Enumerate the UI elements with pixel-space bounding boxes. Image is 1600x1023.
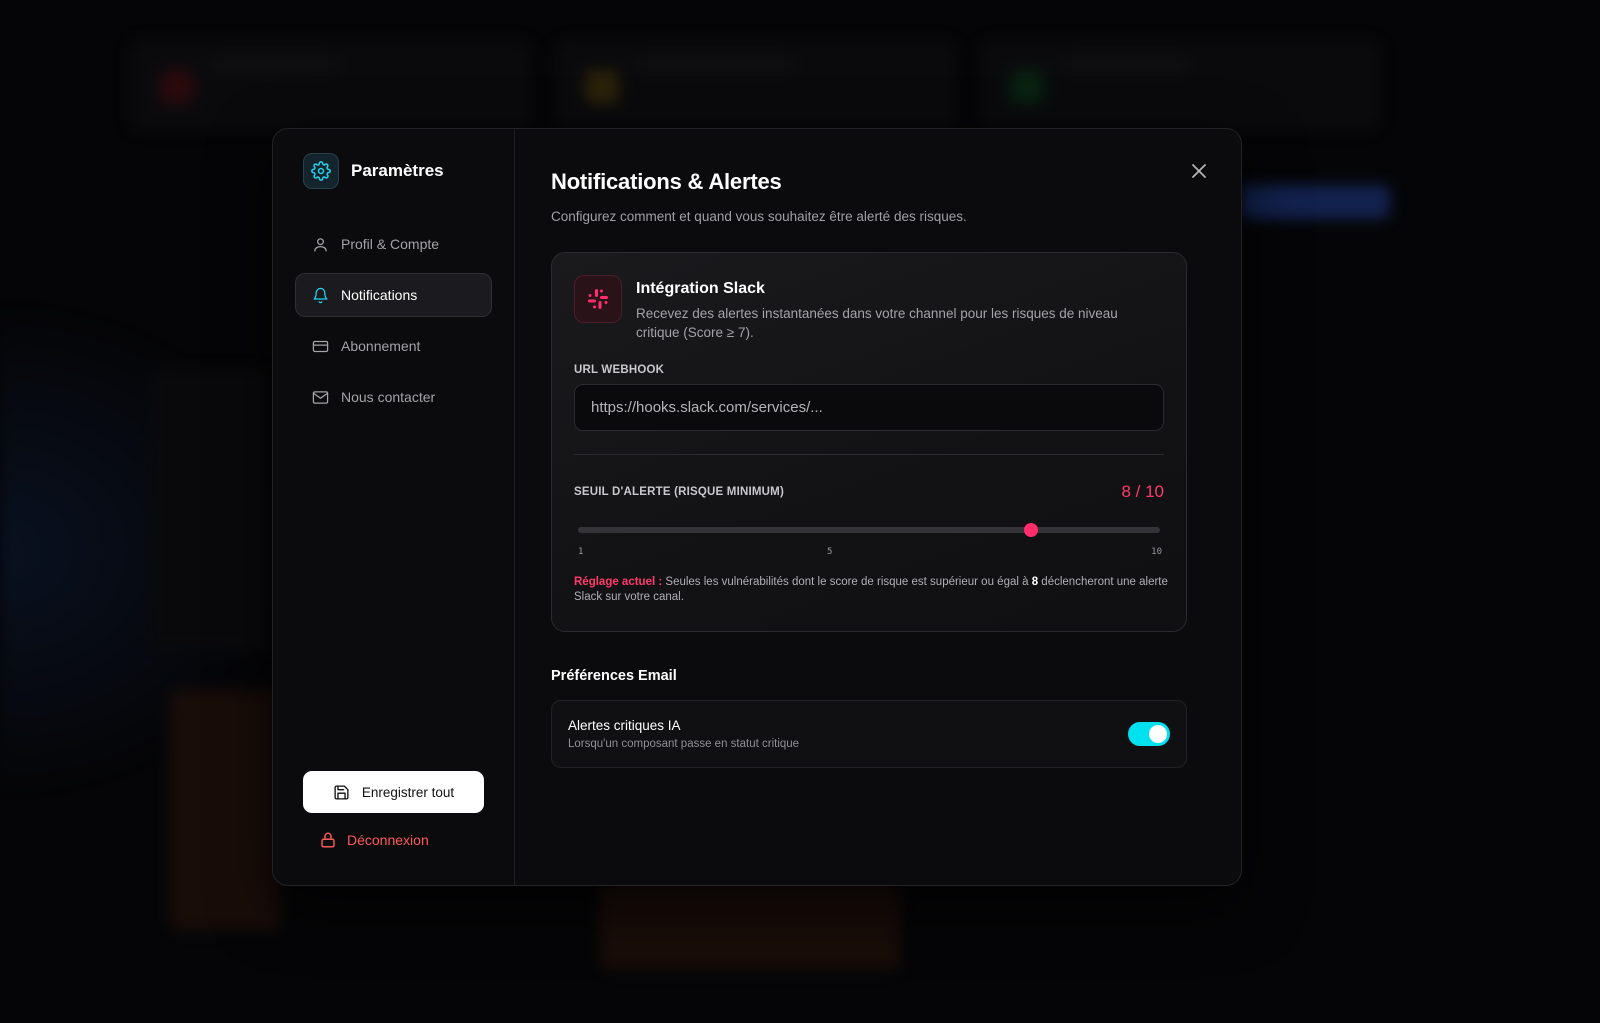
background-card-icon (585, 70, 619, 104)
slider-tick-max: 10 (1151, 547, 1162, 557)
critical-alerts-toggle[interactable] (1128, 722, 1170, 746)
sidebar-item-label: Nous contacter (341, 389, 436, 405)
lock-icon (321, 832, 335, 848)
slack-integration-card: Intégration Slack Recevez des alertes in… (551, 252, 1187, 632)
settings-content: Notifications & Alertes Configurez comme… (515, 129, 1241, 885)
background-card-icon (160, 70, 194, 104)
note-prefix: Réglage actuel : (574, 576, 663, 588)
background-card-icon (1010, 70, 1044, 104)
slack-icon (574, 275, 622, 323)
sidebar-item-label: Notifications (341, 287, 418, 303)
background-panel (150, 370, 270, 650)
settings-modal: Paramètres Profil & Compte Notifications… (272, 128, 1242, 886)
close-icon (1192, 164, 1206, 178)
page-title: Notifications & Alertes (551, 169, 782, 194)
sidebar-item-contact[interactable]: Nous contacter (295, 375, 492, 419)
settings-nav: Profil & Compte Notifications Abonnement… (295, 222, 492, 419)
slack-description: Recevez des alertes instantanées dans vo… (636, 306, 1118, 340)
slack-header: Intégration Slack Recevez des alertes in… (574, 275, 1164, 342)
background-line (210, 60, 340, 70)
logout-button[interactable]: Déconnexion (319, 823, 429, 857)
webhook-label: URL WEBHOOK (574, 364, 665, 376)
save-all-button[interactable]: Enregistrer tout (303, 771, 484, 813)
slider-tick-min: 1 (578, 547, 584, 557)
background-button (1240, 185, 1390, 219)
background-line (635, 60, 795, 70)
user-icon (314, 237, 327, 252)
sidebar-item-subscription[interactable]: Abonnement (295, 324, 492, 368)
email-pref-text: Alertes critiques IA Lorsqu'un composant… (568, 718, 799, 750)
email-section-title: Préférences Email (551, 668, 677, 684)
webhook-url-input[interactable] (574, 384, 1164, 431)
slack-text: Intégration Slack Recevez des alertes in… (636, 275, 1156, 342)
toggle-knob (1149, 725, 1167, 743)
threshold-label: SEUIL D'ALERTE (RISQUE MINIMUM) (574, 486, 784, 498)
slider-thumb[interactable] (1023, 523, 1038, 537)
sidebar-brand: Paramètres (295, 153, 492, 189)
background-card (130, 40, 530, 130)
save-icon (334, 784, 349, 800)
background-line (1060, 60, 1190, 70)
sidebar-item-profile[interactable]: Profil & Compte (295, 222, 492, 266)
sidebar-item-label: Profil & Compte (341, 236, 440, 252)
sidebar-item-label: Abonnement (341, 338, 421, 354)
background-panel (170, 690, 280, 930)
mail-icon (312, 390, 329, 404)
note-text-before: Seules les vulnérabilités dont le score … (662, 576, 1032, 588)
save-all-label: Enregistrer tout (361, 784, 455, 800)
slack-title: Intégration Slack (636, 280, 765, 297)
close-button[interactable] (1187, 159, 1211, 183)
background-card (555, 40, 955, 130)
email-pref-description: Lorsqu'un composant passe en statut crit… (568, 738, 800, 750)
slider-track (578, 527, 1160, 533)
slider-tick-mid: 5 (827, 547, 833, 557)
background-panel (600, 880, 900, 970)
card-divider (574, 454, 1164, 455)
credit-card-icon (312, 340, 329, 352)
sidebar-item-notifications[interactable]: Notifications (295, 273, 492, 317)
threshold-header: SEUIL D'ALERTE (RISQUE MINIMUM) 8 / 10 (574, 482, 1164, 502)
gear-icon (303, 153, 339, 189)
email-pref-title: Alertes critiques IA (568, 718, 681, 733)
threshold-slider[interactable] (578, 523, 1160, 537)
background-card (980, 40, 1380, 130)
settings-sidebar: Paramètres Profil & Compte Notifications… (273, 129, 515, 885)
bell-icon (313, 287, 328, 303)
sidebar-title: Paramètres (351, 161, 444, 180)
logout-label: Déconnexion (347, 832, 429, 848)
email-pref-item: Alertes critiques IA Lorsqu'un composant… (551, 700, 1187, 768)
slider-ticks: 1 5 10 (574, 547, 1164, 561)
threshold-note: Réglage actuel : Seules les vulnérabilit… (574, 575, 1169, 605)
threshold-value: 8 / 10 (1121, 482, 1164, 501)
page-subtitle: Configurez comment et quand vous souhait… (551, 209, 967, 224)
